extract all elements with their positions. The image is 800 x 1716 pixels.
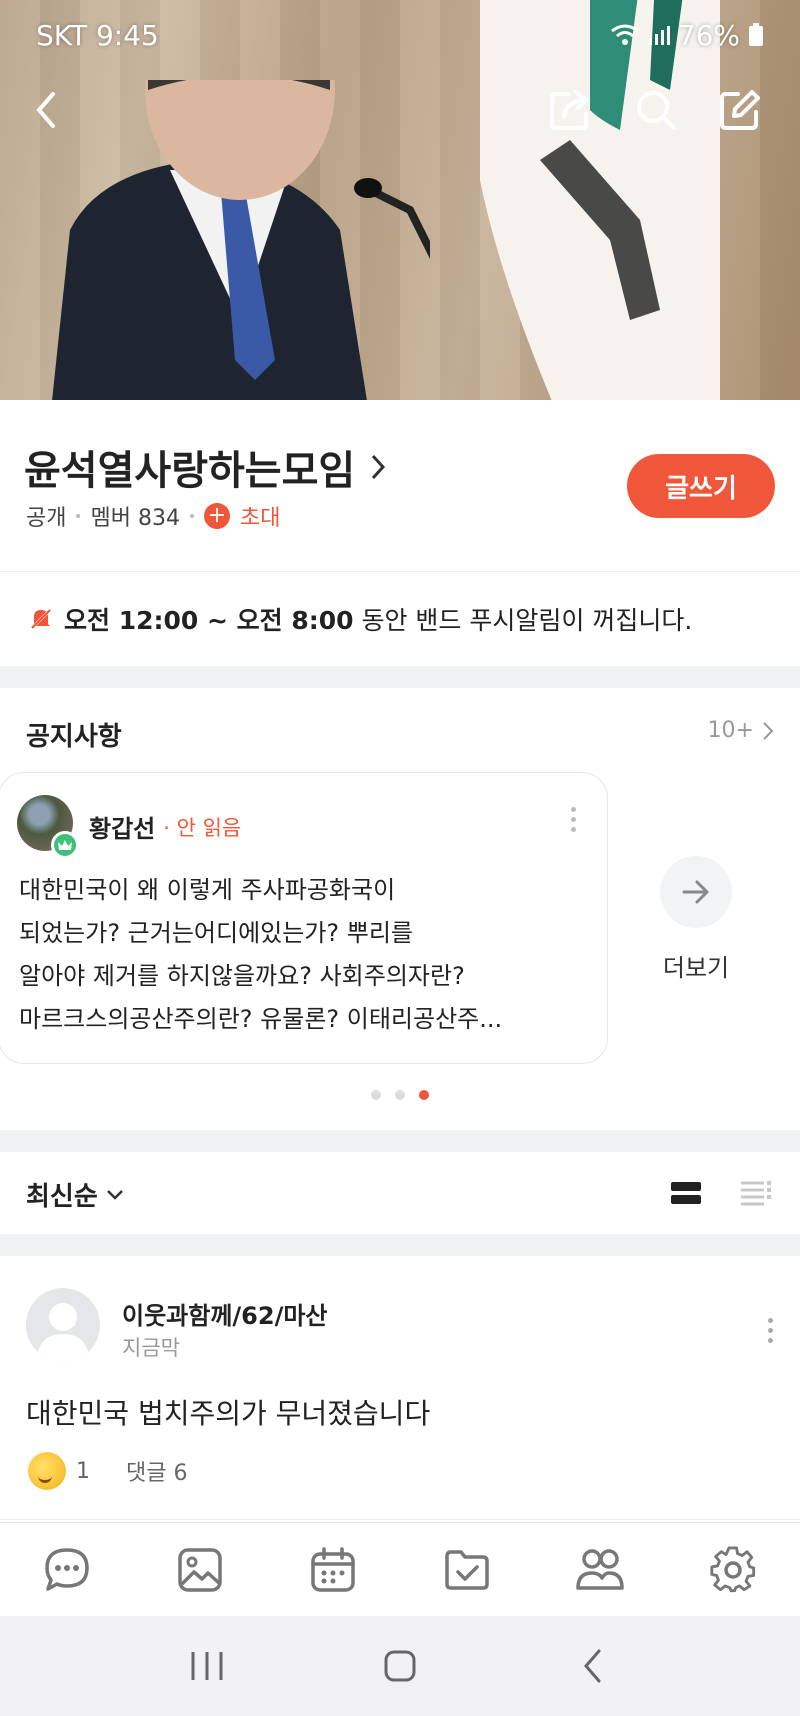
invite-plus-icon: + — [203, 503, 230, 529]
band-header: 윤석열사랑하는모임 공개 멤버 834 + 초대 글쓰기 — [0, 400, 800, 572]
notice-author: 황갑선 · 안 읽음 — [89, 809, 241, 844]
notice-count: 10+ — [707, 718, 754, 743]
notify-text: 동안 밴드 푸시알림이 꺼집니다. — [361, 606, 693, 635]
notice-author-name: 황갑선 — [89, 815, 156, 843]
edit-icon — [720, 90, 760, 130]
notice-line: 알아야 제거를 하지않을까요? 사회주의자란? — [19, 962, 465, 990]
band-title-link[interactable]: 윤석열사랑하는모임 — [24, 438, 387, 496]
system-back-button[interactable] — [563, 1636, 623, 1696]
post-item[interactable]: 이웃과함께/62/마산 지금막 대한민국 법치주의가 무너졌습니다 1 댓글 6 — [0, 1256, 800, 1520]
notice-header: 공지사항 10+ — [0, 688, 800, 774]
pager-dot[interactable] — [371, 1090, 381, 1100]
post-text: 대한민국 법치주의가 무너졌습니다 — [26, 1397, 431, 1430]
band-privacy: 공개 — [26, 506, 67, 531]
back-icon — [584, 1649, 601, 1683]
tab-settings[interactable] — [703, 1540, 763, 1600]
top-nav — [0, 80, 800, 150]
search-button[interactable] — [626, 80, 686, 140]
unread-status: · 안 읽음 — [163, 815, 242, 840]
calendar-icon — [311, 1546, 356, 1592]
recent-apps-icon — [191, 1652, 223, 1680]
card-view-icon — [671, 1182, 701, 1204]
notice-more-label[interactable]: 더보기 — [660, 948, 732, 983]
notice-line: 대한민국이 왜 이렇게 주사파공화국이 — [19, 876, 396, 904]
list-view-icon — [741, 1181, 771, 1206]
tab-files[interactable] — [437, 1540, 497, 1600]
card-view-button[interactable] — [670, 1180, 702, 1210]
leader-crown-icon — [51, 831, 79, 859]
invite-link[interactable]: 초대 — [240, 500, 280, 532]
status-carrier-time: SKT 9:45 — [36, 18, 159, 52]
home-button[interactable] — [370, 1636, 430, 1696]
back-button[interactable] — [16, 80, 76, 140]
notice-card[interactable]: 황갑선 · 안 읽음 대한민국이 왜 이렇게 주사파공화국이 되었는가? 근거는… — [0, 772, 608, 1064]
chevron-right-icon — [372, 454, 386, 480]
recent-apps-button[interactable] — [177, 1636, 237, 1696]
pager-dot-active[interactable] — [419, 1090, 429, 1100]
chevron-right-icon — [763, 721, 774, 740]
settings-icon — [710, 1545, 756, 1592]
more-options-icon[interactable] — [563, 799, 583, 839]
notice-body: 대한민국이 왜 이렇게 주사파공화국이 되었는가? 근거는어디에있는가? 뿌리를… — [19, 869, 589, 1041]
reaction-emoji-icon[interactable] — [28, 1452, 66, 1490]
section-divider — [0, 1234, 800, 1256]
back-icon — [36, 92, 55, 128]
system-nav-bar — [0, 1616, 800, 1716]
post-stats: 1 댓글 6 — [28, 1452, 187, 1490]
share-button[interactable] — [540, 80, 600, 140]
status-bar: SKT 9:45 76% — [0, 0, 800, 70]
photo-icon — [178, 1547, 222, 1592]
signal-icon — [648, 26, 670, 45]
tab-photo[interactable] — [170, 1540, 230, 1600]
sort-dropdown[interactable]: 최신순 — [26, 1176, 124, 1213]
notice-line: 마르크스의공산주의란? 유물론? 이태리공산주... — [19, 1005, 503, 1033]
folder-icon — [444, 1549, 489, 1590]
search-icon — [637, 91, 676, 130]
pager-dot[interactable] — [395, 1090, 405, 1100]
bell-off-icon — [29, 607, 53, 631]
sort-label: 최신순 — [26, 1182, 98, 1212]
notice-title: 공지사항 — [26, 722, 122, 752]
tab-chat[interactable] — [37, 1540, 97, 1600]
bottom-tab-bar — [0, 1522, 800, 1616]
band-meta: 공개 멤버 834 + 초대 — [26, 500, 280, 532]
section-divider — [0, 666, 800, 688]
home-icon — [384, 1650, 416, 1682]
more-options-icon[interactable] — [760, 1310, 780, 1350]
notify-time-range: 오전 12:00 ~ 오전 8:00 — [64, 606, 354, 635]
band-name: 윤석열사랑하는모임 — [24, 448, 356, 494]
comment-count[interactable]: 댓글 6 — [126, 1455, 187, 1487]
members-icon — [576, 1548, 624, 1590]
post-author[interactable]: 이웃과함께/62/마산 — [122, 1296, 328, 1331]
chat-icon — [44, 1547, 89, 1591]
notice-count-link[interactable]: 10+ — [708, 718, 774, 743]
chevron-down-icon — [106, 1189, 123, 1200]
share-icon — [550, 90, 588, 130]
arrow-right-icon — [682, 880, 709, 904]
list-view-button[interactable] — [740, 1180, 772, 1210]
write-post-button[interactable]: 글쓰기 — [627, 454, 775, 518]
battery-icon — [749, 23, 763, 46]
section-divider — [0, 1130, 800, 1152]
notice-more-button[interactable] — [660, 856, 732, 928]
battery-percent: 76% — [677, 18, 740, 52]
band-members[interactable]: 멤버 834 — [90, 500, 179, 532]
reaction-count: 1 — [76, 1458, 90, 1484]
notice-pager — [0, 1090, 800, 1100]
tab-calendar[interactable] — [303, 1540, 363, 1600]
post-time: 지금막 — [122, 1336, 180, 1360]
push-notice-row[interactable]: 오전 12:00 ~ 오전 8:00 동안 밴드 푸시알림이 꺼집니다. — [0, 572, 800, 666]
sort-row: 최신순 — [0, 1152, 800, 1234]
edit-button[interactable] — [710, 80, 770, 140]
tab-members[interactable] — [570, 1540, 630, 1600]
notice-line: 되었는가? 근거는어디에있는가? 뿌리를 — [19, 919, 414, 947]
avatar[interactable] — [26, 1288, 100, 1362]
wifi-icon — [610, 24, 639, 45]
